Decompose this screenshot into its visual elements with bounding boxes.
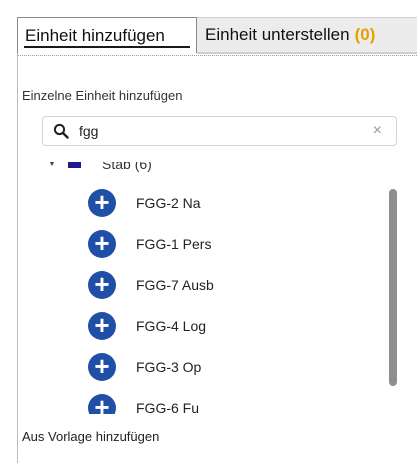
list-item-label: FGG-3 Op — [136, 359, 202, 375]
tab-subordinate-unit-label: Einheit unterstellen — [205, 25, 350, 44]
list-item: + FGG-6 Fu — [88, 394, 348, 414]
tab-bar: Einheit hinzufügen Einheit unterstellen … — [0, 0, 417, 55]
list-item-label: FGG-7 Ausb — [136, 277, 214, 293]
expand-triangle-icon[interactable]: ▼ — [48, 162, 56, 168]
list-item-label: FGG-4 Log — [136, 318, 207, 334]
tab-add-unit[interactable]: Einheit hinzufügen — [17, 17, 197, 53]
list-scrollbar[interactable] — [389, 189, 397, 386]
clear-icon[interactable]: × — [373, 122, 382, 140]
add-icon[interactable]: + — [88, 230, 116, 258]
list-item-label: FGG-1 Pers — [136, 236, 212, 252]
section-title: Einzelne Einheit hinzufügen — [22, 88, 183, 103]
list-item-label: FGG-2 Na — [136, 195, 201, 211]
add-icon[interactable]: + — [88, 353, 116, 381]
add-icon[interactable]: + — [88, 189, 116, 217]
add-from-template-label[interactable]: Aus Vorlage hinzufügen — [22, 429, 159, 444]
list-item-label: FGG-6 Fu — [136, 400, 200, 414]
search-box: × — [42, 116, 397, 146]
list-item: + FGG-1 Pers — [88, 230, 348, 260]
tab-subordinate-unit[interactable]: Einheit unterstellen (0) — [197, 17, 417, 53]
list-item: + FGG-3 Op — [88, 353, 348, 383]
add-icon[interactable]: + — [88, 271, 116, 299]
list-item: + FGG-4 Log — [88, 312, 348, 342]
tree-group-label: Stab (6) — [102, 162, 152, 172]
focus-divider — [18, 55, 417, 56]
add-icon[interactable]: + — [88, 394, 116, 414]
search-input[interactable] — [79, 121, 359, 141]
search-icon — [53, 123, 69, 139]
list-item: + FGG-7 Ausb — [88, 271, 348, 301]
panel-border-top — [197, 53, 417, 54]
tree-group-stab[interactable]: ▼ Stab (6) — [18, 162, 318, 174]
subordinate-count-badge: (0) — [354, 25, 376, 44]
tab-add-unit-label: Einheit hinzufügen — [25, 25, 165, 45]
unit-list: ▼ Stab (6) + FGG-2 Na + FGG-1 Pers + FGG… — [18, 162, 417, 414]
unit-flag-icon — [68, 162, 81, 168]
add-icon[interactable]: + — [88, 312, 116, 340]
list-item: + FGG-2 Na — [88, 189, 348, 219]
